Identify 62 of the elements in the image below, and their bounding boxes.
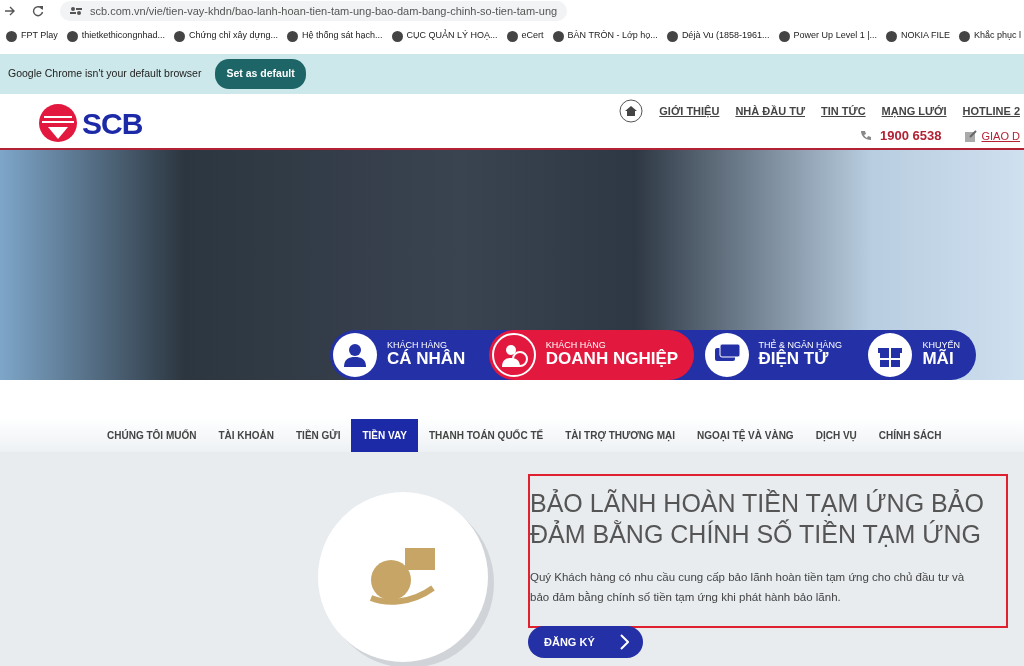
category-tab[interactable]: CHÍNH SÁCH [867,418,953,452]
bookmark-label: Hệ thống sát hạch... [302,29,383,43]
category-tab[interactable]: TIỀN VAY [351,418,418,452]
reload-icon[interactable] [32,5,44,17]
bookmark[interactable]: FPT Play [6,29,58,43]
segment-tab[interactable]: KHÁCH HÀNG DOANH NGHIỆP [488,330,695,380]
segment-tab[interactable]: THẺ & NGÂN HÀNG ĐIỆN TỬ [701,330,858,380]
segment-tab[interactable]: KHÁCH HÀNG CÁ NHÂN [330,330,482,380]
logo-text[interactable]: SCB [82,100,143,146]
category-tab[interactable]: THANH TOÁN QUỐC TẾ [417,418,555,452]
bookmark[interactable]: eCert [506,29,544,43]
phone-icon [860,130,873,142]
bookmark-label: Khắc phục l [974,29,1022,43]
bookmark-icon [287,30,298,42]
set-default-button[interactable]: Set as default [215,59,306,89]
bookmark-icon [506,30,518,42]
nav-link[interactable]: MẠNG LƯỚI [881,102,947,120]
site-info-icon [70,6,82,16]
bookmark-icon [886,30,897,42]
description-text: Quý Khách hàng có nhu cầu cung cấp bảo lãnh hoàn tiền tạm ứng cho chủ đầu tư và bảo đảm bằng chính số tiền tạm ứng khi phát hành bảo lãnh. [530,569,966,606]
bookmark-label: thietkethicongnhad... [81,29,165,43]
category-tab[interactable]: TÀI KHOẢN [207,418,285,452]
infobar-message: Google Chrome isn't your default browser [8,66,202,82]
address-bar[interactable]: scb.com.vn/vie/tien-vay-khdn/bao-lanh-hoan-tien-tam-ung-bao-dam-bang-chinh-so-tien-tam-ung [60,0,568,22]
bookmark[interactable]: NOKIA FILE [886,29,951,43]
bookmark-label: eCert [521,29,544,43]
bookmark-label: Power Up Level 1 |... [793,29,877,43]
hotline-number[interactable]: 1900 6538 [880,126,942,146]
person-icon [341,341,369,369]
bookmark-label: NOKIA FILE [901,29,951,43]
category-tab[interactable]: DỊCH VỤ [804,418,868,452]
home-icon[interactable] [619,99,644,123]
bookmark[interactable]: Power Up Level 1 |... [778,29,877,43]
bookmark-icon [666,30,678,42]
bookmark[interactable]: Hệ thống sát hạch... [287,29,383,43]
bookmark-icon [6,30,17,42]
bookmark-label: FPT Play [21,29,58,43]
forward-icon[interactable] [4,6,16,16]
page-title: BẢO LÃNH HOÀN TIỀN TẠM ỨNG BẢO ĐẢM BẰNG CHÍNH SỐ TIỀN TẠM ỨNG [530,488,985,551]
nav-link[interactable]: HOTLINE 2 [962,102,1020,120]
bookmark-icon [66,30,78,42]
header-link[interactable]: GIAO D [981,127,1020,145]
bookmark-icon [778,30,790,42]
bookmark-icon [552,30,564,42]
bookmark[interactable]: thietkethicongnhad... [66,29,165,43]
category-tab[interactable]: CHÚNG TÔI MUỐN [96,418,208,452]
segment-tab[interactable]: KHUYẾN MÃI [865,330,976,380]
nav-link[interactable]: TIN TỨC [821,102,866,120]
category-tab[interactable]: TIỀN GỬI [285,418,352,452]
edit-icon [965,130,978,142]
category-tab[interactable]: TÀI TRỢ THƯƠNG MẠI [554,418,686,452]
nav-link[interactable]: GIỚI THIỆU [659,102,720,120]
nav-link[interactable]: NHÀ ĐẦU TƯ [735,102,805,120]
bookmark-icon [391,30,403,42]
register-button[interactable]: ĐĂNG KÝ [528,625,643,659]
chevron-right-icon [618,634,629,651]
url-text: scb.com.vn/vie/tien-vay-khdn/bao-lanh-hoan-tien-tam-ung-bao-dam-bang-chinh-so-tien-tam-ung [90,3,558,19]
bookmark-icon [959,30,971,42]
bookmark-icon [173,30,185,42]
bank-logo-icon[interactable] [38,103,78,143]
category-tab[interactable]: NGOẠI TỆ VÀ VÀNG [685,418,805,452]
bookmark[interactable]: Khắc phục l [959,29,1022,43]
